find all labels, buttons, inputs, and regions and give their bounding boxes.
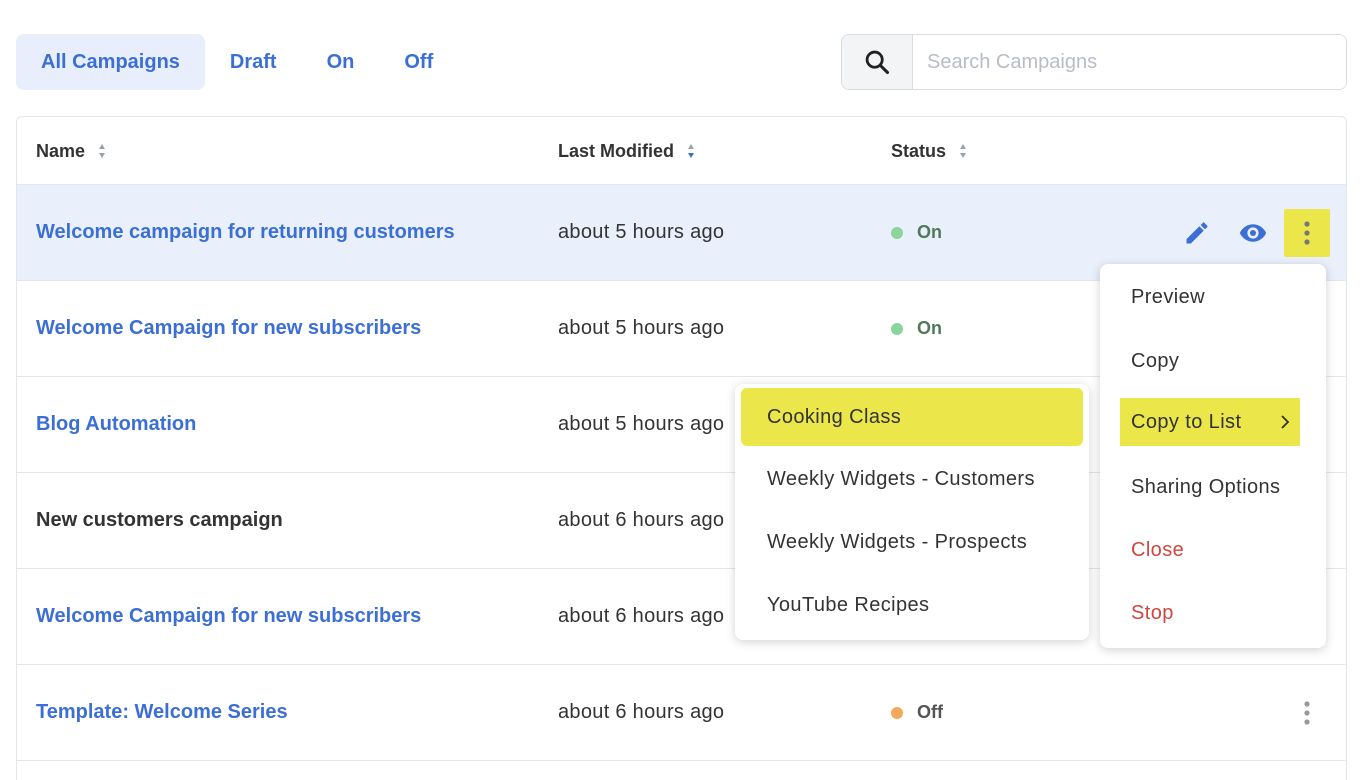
column-status-label: Status [891,140,947,161]
status-badge: On [891,185,942,280]
status-label: Off [917,702,943,722]
last-modified: about 5 hours ago [558,317,725,339]
row-context-menu: Preview Copy Copy to List Sharing Option… [1100,264,1326,648]
kebab-menu-icon [1304,700,1310,725]
menu-item-copy[interactable]: Copy [1131,344,1179,378]
campaign-name-link[interactable]: Welcome Campaign for new subscribers [36,569,421,664]
more-options-button[interactable] [1284,208,1330,257]
campaign-name-link[interactable]: Welcome campaign for returning customers [36,185,455,280]
menu-item-copy-to-list-label: Copy to List [1131,410,1242,433]
menu-item-copy-to-list[interactable]: Copy to List [1120,398,1300,446]
last-modified: about 6 hours ago [558,509,725,531]
status-label: On [917,318,942,338]
column-modified-label: Last Modified [558,140,674,161]
table-header: Name Last Modified Status [17,117,1346,185]
tab-all-campaigns[interactable]: All Campaigns [16,34,205,90]
menu-item-stop[interactable]: Stop [1131,596,1174,630]
edit-button[interactable] [1174,209,1220,257]
campaign-name[interactable]: New customers campaign [36,473,283,568]
last-modified: about 6 hours ago [558,701,725,723]
kebab-menu-icon [1304,220,1310,245]
sort-icon[interactable] [960,144,967,158]
tab-on[interactable]: On [302,34,380,90]
sort-icon[interactable] [99,144,106,158]
search-box [841,34,1347,90]
row-actions [1284,665,1330,760]
copy-to-list-submenu: Cooking Class Weekly Widgets - Customers… [735,384,1089,640]
column-header-name[interactable]: Name [36,117,106,185]
column-header-last-modified[interactable]: Last Modified [558,117,694,185]
search-icon [865,50,890,75]
chevron-right-icon [1281,415,1290,429]
status-dot [891,226,903,239]
status-badge: Off [891,665,943,760]
last-modified: about 6 hours ago [558,605,725,627]
eye-icon [1239,223,1267,242]
submenu-item-weekly-widgets-prospects[interactable]: Weekly Widgets - Prospects [767,525,1027,559]
submenu-item-cooking-class[interactable]: Cooking Class [741,388,1083,446]
column-header-status[interactable]: Status [891,117,967,185]
preview-button[interactable] [1230,209,1276,257]
pencil-icon [1186,221,1208,243]
submenu-item-weekly-widgets-customers[interactable]: Weekly Widgets - Customers [767,462,1035,496]
last-modified: about 5 hours ago [558,221,725,243]
campaign-name-link[interactable]: Blog Automation [36,377,196,472]
menu-item-preview[interactable]: Preview [1131,280,1205,314]
status-badge: On [891,281,942,376]
campaign-name-link[interactable]: Template: Welcome Series [36,665,288,760]
more-options-button[interactable] [1284,689,1330,737]
tab-off[interactable]: Off [379,34,458,90]
tab-draft[interactable]: Draft [205,34,302,90]
menu-item-sharing-options[interactable]: Sharing Options [1131,470,1280,504]
search-button[interactable] [842,35,913,89]
menu-item-close[interactable]: Close [1131,533,1184,567]
sort-desc-icon[interactable] [688,144,694,158]
last-modified: about 5 hours ago [558,413,725,435]
status-label: On [917,222,942,242]
search-input[interactable] [913,35,1346,89]
status-dot [891,706,903,719]
filter-tabs: All Campaigns Draft On Off [16,34,458,90]
table-row[interactable]: Template: Welcome Series about 6 hours a… [17,665,1346,761]
submenu-item-youtube-recipes[interactable]: YouTube Recipes [767,588,929,622]
status-dot [891,322,903,335]
column-name-label: Name [36,140,86,161]
campaign-name-link[interactable]: Welcome Campaign for new subscribers [36,281,421,376]
